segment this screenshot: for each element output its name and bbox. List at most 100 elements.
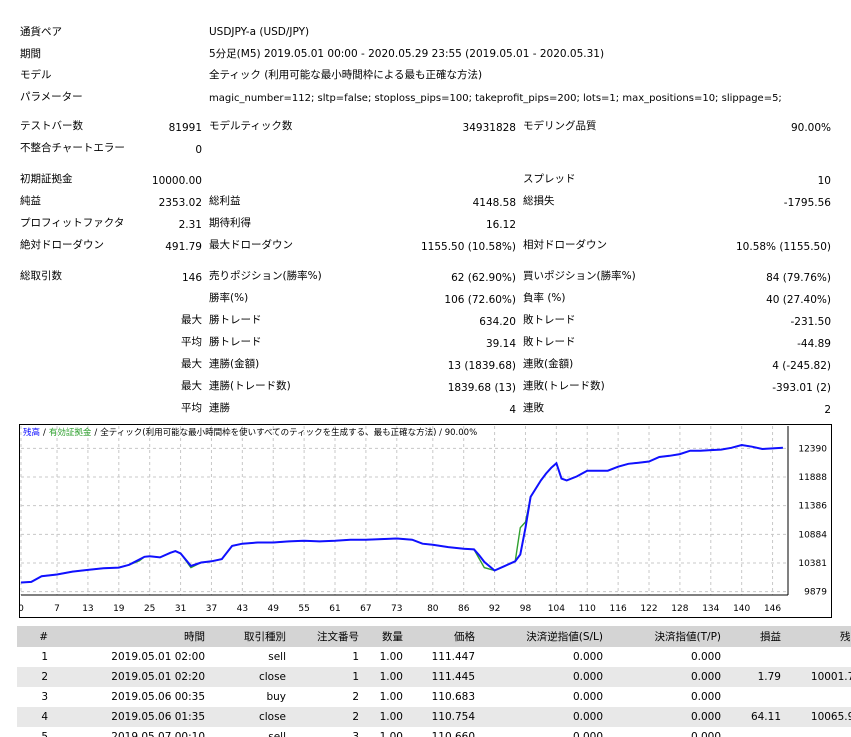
balance-equity-chart: 0 7 13 19 25 31 37 43 49 55 61 67 73 80 86 92 98 104 110 11…: [19, 424, 832, 618]
table-cell: 2019.05.07 00:10: [111, 731, 205, 737]
column-header[interactable]: 価格: [409, 626, 481, 647]
column-header[interactable]: 時間: [54, 626, 211, 647]
table-cell: [787, 687, 851, 707]
label-max-consecutive-loss: 連敗(トレード数): [523, 380, 605, 392]
legend-equity: 有効証拠金: [49, 427, 92, 438]
legend-separator: /: [94, 428, 97, 438]
x-tick-label: 49: [268, 604, 280, 614]
value-max-consecutive-wins: 13 (1839.68): [447, 360, 516, 372]
table-row[interactable]: 1 2019.05.01 02:00 sell 1 1.00 111.447 0.000 0.…: [17, 647, 851, 667]
value-gross-loss: -1795.56: [783, 197, 831, 209]
label-max-2: 最大: [181, 358, 202, 370]
table-cell: close: [211, 667, 292, 687]
table-cell: buy: [266, 691, 286, 703]
table-row[interactable]: 4 2019.05.06 01:35 close 2 1.00 110.754 0.000 0…: [17, 707, 851, 727]
y-tick-label: 9879: [804, 588, 827, 598]
value-max-consecutive-loss: -393.01 (2): [772, 382, 831, 394]
column-header[interactable]: 残高: [787, 626, 851, 647]
x-tick-label: 92: [489, 604, 500, 614]
x-tick-label: 146: [764, 604, 781, 614]
value-average-win: 39.14: [485, 338, 516, 350]
table-cell: 3: [352, 731, 359, 737]
value-symbol: USDJPY-a (USD/JPY): [209, 26, 310, 38]
value-expected-payoff: 16.12: [485, 219, 516, 231]
label-model-quality: モデリング品質: [523, 120, 597, 132]
label-max-consecutive-losses: 連敗(金額): [523, 358, 574, 370]
column-header[interactable]: 決済逆指値(S/L): [481, 626, 609, 647]
value-profit-factor: 2.31: [178, 219, 202, 231]
column-header[interactable]: 損益: [727, 626, 787, 647]
x-tick-label: 116: [610, 604, 627, 614]
table-cell: 2: [352, 691, 359, 703]
y-tick-label: 11386: [798, 502, 827, 512]
value-model: 全ティック (利用可能な最小時間枠による最も正確な方法): [209, 69, 483, 81]
table-row[interactable]: 3 2019.05.06 00:35 buy 2 1.00 110.683 0.000 0.0…: [17, 687, 851, 707]
label-total-trades: 総取引数: [20, 270, 62, 282]
column-header[interactable]: #: [17, 626, 54, 647]
column-header[interactable]: 注文番号: [292, 626, 365, 647]
table-cell: close: [211, 707, 292, 727]
x-tick-label: 55: [298, 604, 309, 614]
label-max-1: 最大: [181, 314, 202, 326]
value-average-loss: -44.89: [797, 338, 831, 350]
x-tick-label: 67: [360, 604, 371, 614]
value-total-trades: 146: [181, 272, 202, 284]
x-tick-label: 128: [671, 604, 688, 614]
column-header[interactable]: 数量: [365, 626, 409, 647]
legend-separator: /: [43, 428, 46, 438]
table-cell: 1.00: [379, 691, 403, 703]
x-tick-label: 0: [19, 604, 24, 614]
chart-legend: 残高 / 有効証拠金 / 全ティック(利用可能な最小時間枠を使いすべてのティックを生成す…: [23, 427, 477, 438]
table-row[interactable]: 5 2019.05.07 00:10 sell 3 1.00 110.660 0.000 0.…: [17, 727, 851, 737]
x-tick-label: 37: [206, 604, 217, 614]
table-cell: 10065.90: [787, 707, 851, 727]
table-row[interactable]: 2 2019.05.01 02:20 close 1 1.00 111.445 0.000 0…: [17, 667, 851, 687]
table-cell: 110.683: [431, 691, 475, 703]
table-cell: 110.660: [431, 731, 475, 737]
column-header[interactable]: 取引種別: [211, 626, 292, 647]
column-header[interactable]: 決済指値(T/P): [609, 626, 727, 647]
x-tick-label: 110: [579, 604, 596, 614]
x-tick-label: 104: [548, 604, 565, 614]
x-tick-label: 7: [54, 604, 60, 614]
label-avg-2: 平均: [181, 402, 202, 414]
x-tick-label: 19: [113, 604, 125, 614]
x-tick-label: 98: [520, 604, 532, 614]
table-cell: 1.00: [379, 731, 403, 737]
value-max-consecutive-profit: 1839.68 (13): [447, 382, 516, 394]
table-cell: 2019.05.01 02:00: [111, 651, 205, 663]
label-test-bars: テストバー数: [20, 120, 83, 132]
value-short-positions: 62 (62.90%): [451, 272, 516, 284]
value-maximal-drawdown: 1155.50 (10.58%): [421, 241, 516, 253]
table-cell: 0.000: [481, 707, 609, 727]
label-avg-consecutive-wins: 連勝: [209, 402, 230, 414]
x-tick-label: 25: [144, 604, 155, 614]
label-gross-loss: 総損失: [523, 195, 555, 207]
value-absolute-drawdown: 491.79: [165, 241, 202, 253]
label-model: モデル: [20, 69, 52, 81]
table-cell: 0.000: [690, 651, 721, 663]
value-spread: 10: [817, 175, 831, 187]
value-largest-loss: -231.50: [790, 316, 831, 328]
table-cell: 0.000: [572, 651, 603, 663]
label-max-consecutive-profit: 連勝(トレード数): [209, 380, 291, 392]
table-cell: 10001.79: [787, 667, 851, 687]
label-loss-rate: 負率 (%): [523, 292, 566, 304]
table-cell: 110.754: [409, 707, 481, 727]
table-cell: 0.000: [572, 691, 603, 703]
y-tick-label: 12390: [798, 444, 827, 454]
table-cell: [787, 647, 851, 667]
value-avg-consecutive-wins: 4: [509, 404, 516, 416]
value-avg-consecutive-losses: 2: [824, 404, 831, 416]
table-cell: 1.00: [365, 667, 409, 687]
y-tick-label: 10381: [798, 559, 827, 569]
table-cell: 0.000: [609, 667, 727, 687]
label-symbol: 通貨ペア: [20, 26, 62, 38]
label-model-ticks: モデルティック数: [209, 120, 293, 132]
value-initial-deposit: 10000.00: [151, 175, 202, 187]
label-short-positions: 売りポジション(勝率%): [209, 270, 322, 282]
label-maximal-drawdown: 最大ドローダウン: [209, 239, 293, 251]
label-relative-drawdown: 相対ドローダウン: [523, 239, 607, 251]
label-net-profit: 純益: [20, 195, 41, 207]
label-expected-payoff: 期待利得: [209, 217, 251, 229]
